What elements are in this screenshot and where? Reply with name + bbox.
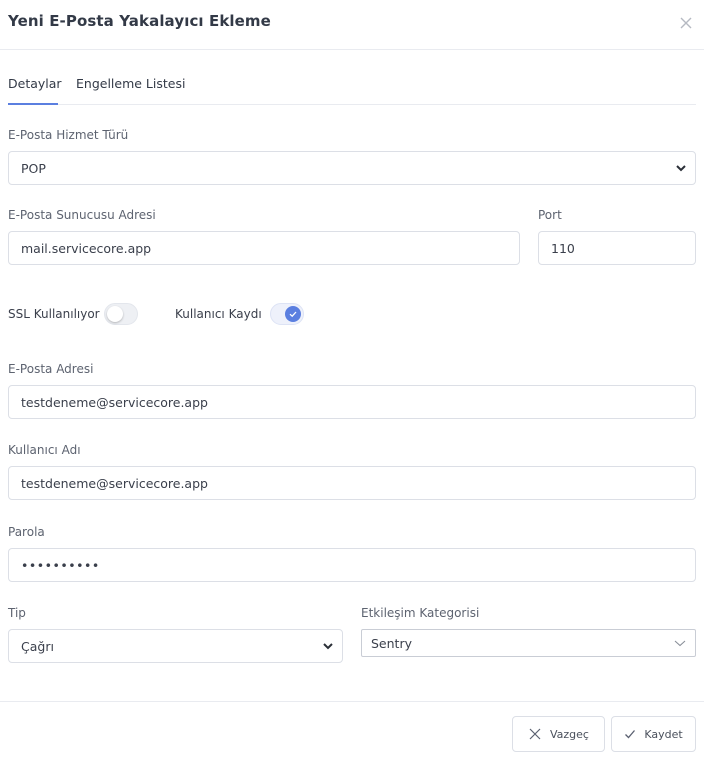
chevron-down-icon: [674, 640, 686, 647]
port-value: 110: [551, 240, 575, 256]
user-record-toggle[interactable]: [270, 303, 304, 325]
check-icon: [625, 730, 636, 739]
tab-engelleme-listesi[interactable]: Engelleme Listesi: [76, 76, 185, 91]
dialog-footer: Vazgeç Kaydet: [0, 701, 704, 761]
interaction-category-value: Sentry: [371, 635, 412, 651]
email-label: E-Posta Adresi: [8, 362, 94, 376]
email-input[interactable]: testdeneme@servicecore.app: [8, 385, 696, 419]
email-value: testdeneme@servicecore.app: [21, 394, 208, 410]
ssl-label: SSL Kullanılıyor: [8, 307, 100, 321]
type-label: Tip: [8, 606, 26, 620]
chevron-down-icon: [323, 643, 333, 650]
save-button-label: Kaydet: [644, 727, 683, 741]
tab-detaylar[interactable]: Detaylar: [8, 76, 62, 91]
check-icon: [289, 311, 297, 318]
type-select[interactable]: Çağrı: [8, 629, 343, 663]
interaction-category-select[interactable]: Sentry: [361, 629, 696, 657]
tab-bar: Detaylar Engelleme Listesi: [8, 66, 696, 105]
port-label: Port: [538, 208, 562, 222]
dialog-header: Yeni E-Posta Yakalayıcı Ekleme: [0, 0, 704, 50]
password-label: Parola: [8, 525, 45, 539]
service-type-value: POP: [21, 160, 46, 176]
save-button[interactable]: Kaydet: [611, 716, 696, 752]
username-input[interactable]: testdeneme@servicecore.app: [8, 466, 696, 500]
server-address-input[interactable]: mail.servicecore.app: [8, 231, 520, 265]
cancel-button-label: Vazgeç: [550, 727, 589, 741]
password-value: ••••••••••: [21, 557, 100, 573]
service-type-label: E-Posta Hizmet Türü: [8, 128, 129, 142]
chevron-down-icon: [676, 165, 686, 172]
user-record-toggle-knob: [285, 306, 301, 322]
close-icon[interactable]: [677, 14, 695, 32]
password-input[interactable]: ••••••••••: [8, 548, 696, 582]
dialog-title: Yeni E-Posta Yakalayıcı Ekleme: [8, 12, 271, 30]
type-value: Çağrı: [21, 638, 54, 654]
server-address-label: E-Posta Sunucusu Adresi: [8, 208, 156, 222]
ssl-toggle-knob: [107, 306, 123, 322]
username-value: testdeneme@servicecore.app: [21, 475, 208, 491]
active-tab-indicator: [8, 103, 58, 105]
port-input[interactable]: 110: [538, 231, 696, 265]
ssl-toggle[interactable]: [104, 303, 138, 325]
service-type-select[interactable]: POP: [8, 151, 696, 185]
close-icon: [529, 728, 541, 740]
username-label: Kullanıcı Adı: [8, 443, 81, 457]
server-address-value: mail.servicecore.app: [21, 240, 152, 256]
interaction-category-label: Etkileşim Kategorisi: [361, 606, 480, 620]
user-record-label: Kullanıcı Kaydı: [175, 307, 262, 321]
cancel-button[interactable]: Vazgeç: [512, 716, 605, 752]
